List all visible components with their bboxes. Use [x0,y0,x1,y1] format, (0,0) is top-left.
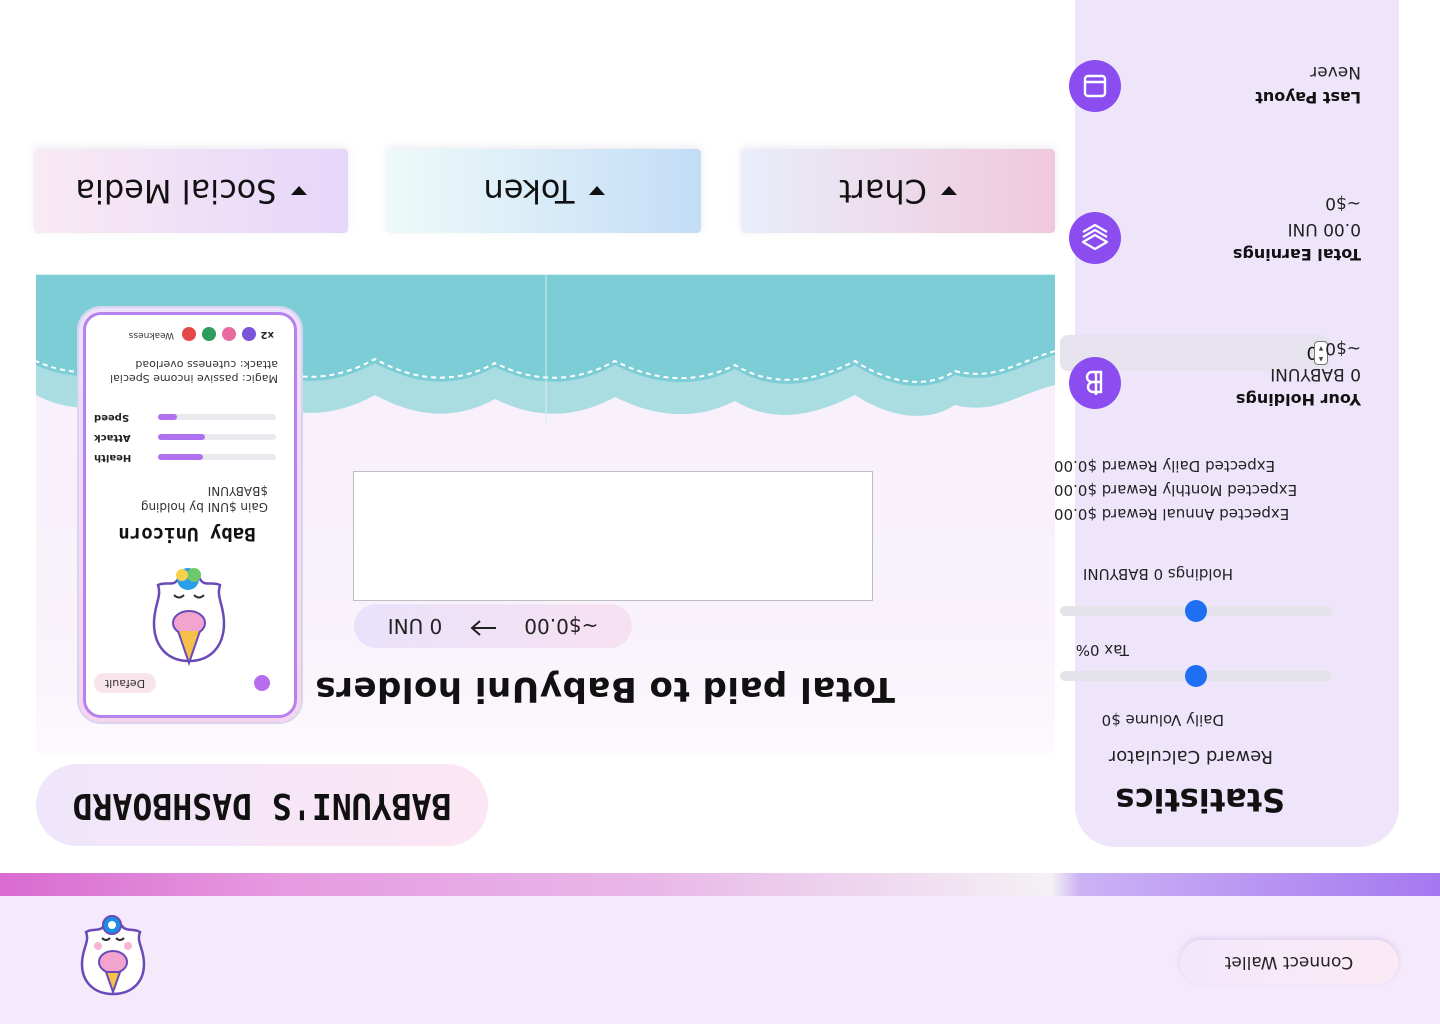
caret-down-icon [290,186,307,196]
statistics-title: Statistics [1115,781,1285,819]
tax-slider-knob[interactable] [1185,600,1207,622]
payout-chart-area [353,471,873,601]
settings-dot-icon[interactable] [254,675,270,691]
stat-your-holdings: Your Holdings 0 BABYUNI ~$0 [1069,307,1361,417]
stat-value: Never [1310,62,1361,82]
token-label: Token [483,172,575,210]
stat-health: Health [90,449,280,463]
uni-amount: ~$0.00 [524,614,599,638]
weakness-gem-icon [222,327,236,341]
card-special: Magic: passive income Special attack: cu… [110,358,278,385]
arrow-right-icon [468,614,498,639]
caret-down-icon [940,186,957,196]
caret-down-icon [588,186,605,196]
daily-volume-label: Daily Volume $0 [1101,711,1224,729]
stat-speed: Speed [90,409,280,423]
stat-attack-label: Attack [94,432,131,443]
stat-usd: ~$0 [1325,338,1361,358]
stat-speed-fill [158,414,177,420]
header-gradient-bar [0,873,1440,896]
stat-value: 0 BABYUNI [1270,364,1361,384]
baht-icon [1069,357,1121,409]
expected-daily-reward: Expected Daily Reward $0.00 [1054,457,1276,475]
expected-annual-reward: Expected Annual Reward $0.00 [1054,505,1290,523]
stat-value: 0.00 UNI [1287,219,1361,239]
stat-usd: ~$0 [1325,193,1361,213]
stat-attack-bar [158,434,276,440]
chart-label: Chart [839,172,927,210]
stat-last-payout: Last Payout Never [1069,17,1361,127]
top-header: Connect Wallet [0,896,1440,1024]
tax-slider[interactable] [1060,600,1332,622]
conversion-pill: ~$0.00 0 UNI [354,604,632,648]
nft-card[interactable]: Default Baby Unicorn Gain $UNI by holdin… [79,308,301,722]
card-name: Baby Unicorn [118,523,256,545]
stat-health-label: Health [94,452,132,463]
daily-volume-slider[interactable] [1060,665,1332,687]
panel-icon [1069,60,1121,112]
statistics-panel: Statistics Reward Calculator Daily Volum… [1054,0,1399,847]
stat-attack-fill [158,434,206,440]
connect-wallet-button[interactable]: Connect Wallet [1180,940,1398,984]
page-title: BABYUNI'S DASHBOARD [72,785,452,826]
stat-total-earnings: Total Earnings 0.00 UNI ~$0 [1069,162,1361,272]
reward-calculator-title: Reward Calculator [1108,746,1273,767]
stat-health-bar [158,454,276,460]
stat-speed-bar [158,414,276,420]
multiplier: x2 [260,329,274,340]
weakness-label: Weakness [128,330,174,340]
social-media-dropdown[interactable]: Social Media [34,149,348,233]
card-description: Gain $UNI by holding $BABYUNI [140,484,268,514]
tax-label: Tax 0% [1075,641,1129,659]
dashboard-page: Connect Wallet BABYUNI'S DASHBOARD Stati… [0,0,1440,1024]
layers-icon [1069,212,1121,264]
nft-card-inner: Default Baby Unicorn Gain $UNI by holdin… [83,312,297,718]
expected-monthly-reward: Expected Monthly Reward $0.00 [1054,481,1298,499]
stat-health-fill [158,454,203,460]
weakness-gem-icon [242,327,256,341]
weakness-gem-icon [202,327,216,341]
holdings-label: Holdings 0 BABYUNI [1082,565,1233,583]
stat-attack: Attack [90,429,280,443]
unicorn-illustration [152,568,226,667]
dashboard-title-pill: BABYUNI'S DASHBOARD [36,764,488,846]
total-paid-title: Total paid to BabyUni holders [314,669,895,709]
social-media-label: Social Media [75,172,277,210]
chart-dropdown[interactable]: Chart [741,149,1055,233]
stat-label: Your Holdings [1235,390,1361,409]
stat-speed-label: Speed [94,412,130,423]
daily-volume-slider-knob[interactable] [1185,665,1207,687]
babyuni-logo[interactable] [76,914,150,998]
stat-label: Last Payout [1255,88,1361,107]
weakness-gem-icon [182,327,196,341]
stat-label: Total Earnings [1232,245,1361,264]
default-badge[interactable]: Default [94,673,156,693]
main-content-card: Total paid to BabyUni holders ~$0.00 0 U… [36,274,1055,753]
usd-amount: 0 UNI [387,614,443,638]
card-weakness-row: x2 Weakness [90,323,280,343]
token-dropdown[interactable]: Token [387,149,701,233]
